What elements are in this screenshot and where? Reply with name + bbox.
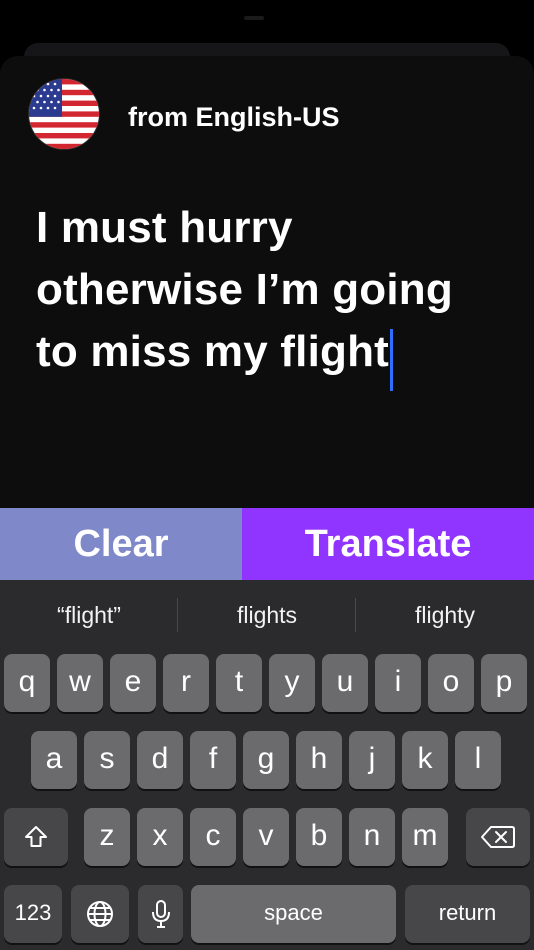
key-z[interactable]: z: [84, 808, 130, 866]
space-key[interactable]: space: [191, 885, 396, 943]
source-text-input[interactable]: I must hurry otherwise I’m going to miss…: [36, 197, 506, 391]
key-i[interactable]: i: [375, 654, 421, 712]
dictation-key[interactable]: [138, 885, 183, 943]
key-k[interactable]: k: [402, 731, 448, 789]
key-s[interactable]: s: [84, 731, 130, 789]
key-y[interactable]: y: [269, 654, 315, 712]
globe-key[interactable]: [71, 885, 129, 943]
numbers-key[interactable]: 123: [4, 885, 62, 943]
clear-button[interactable]: Clear: [0, 508, 242, 580]
key-q[interactable]: q: [4, 654, 50, 712]
top-indicator: [244, 16, 264, 20]
delete-key[interactable]: [466, 808, 530, 866]
key-e[interactable]: e: [110, 654, 156, 712]
suggestion-1[interactable]: “flight”: [0, 598, 178, 632]
key-u[interactable]: u: [322, 654, 368, 712]
globe-icon: [85, 896, 115, 929]
key-f[interactable]: f: [190, 731, 236, 789]
shift-icon: [23, 819, 49, 852]
key-t[interactable]: t: [216, 654, 262, 712]
delete-icon: [481, 819, 515, 852]
return-key[interactable]: return: [405, 885, 530, 943]
key-v[interactable]: v: [243, 808, 289, 866]
key-b[interactable]: b: [296, 808, 342, 866]
key-n[interactable]: n: [349, 808, 395, 866]
shift-key[interactable]: [4, 808, 68, 866]
key-g[interactable]: g: [243, 731, 289, 789]
key-p[interactable]: p: [481, 654, 527, 712]
key-l[interactable]: l: [455, 731, 501, 789]
key-d[interactable]: d: [137, 731, 183, 789]
us-flag-icon[interactable]: [29, 79, 99, 149]
text-caret: [390, 329, 393, 391]
key-r[interactable]: r: [163, 654, 209, 712]
key-w[interactable]: w: [57, 654, 103, 712]
key-j[interactable]: j: [349, 731, 395, 789]
source-language-label[interactable]: from English-US: [128, 100, 340, 134]
action-bar: Clear Translate: [0, 508, 534, 580]
microphone-icon: [150, 896, 172, 929]
predictive-bar: “flight” flights flighty: [0, 580, 534, 650]
suggestion-3[interactable]: flighty: [356, 598, 534, 632]
key-x[interactable]: x: [137, 808, 183, 866]
translate-button[interactable]: Translate: [242, 508, 534, 580]
key-h[interactable]: h: [296, 731, 342, 789]
keyboard: “flight” flights flighty q w e r t y u i…: [0, 580, 534, 950]
key-c[interactable]: c: [190, 808, 236, 866]
key-m[interactable]: m: [402, 808, 448, 866]
suggestion-2[interactable]: flights: [178, 598, 356, 632]
key-o[interactable]: o: [428, 654, 474, 712]
key-a[interactable]: a: [31, 731, 77, 789]
app-screen: from English-US I must hurry otherwise I…: [0, 0, 534, 950]
